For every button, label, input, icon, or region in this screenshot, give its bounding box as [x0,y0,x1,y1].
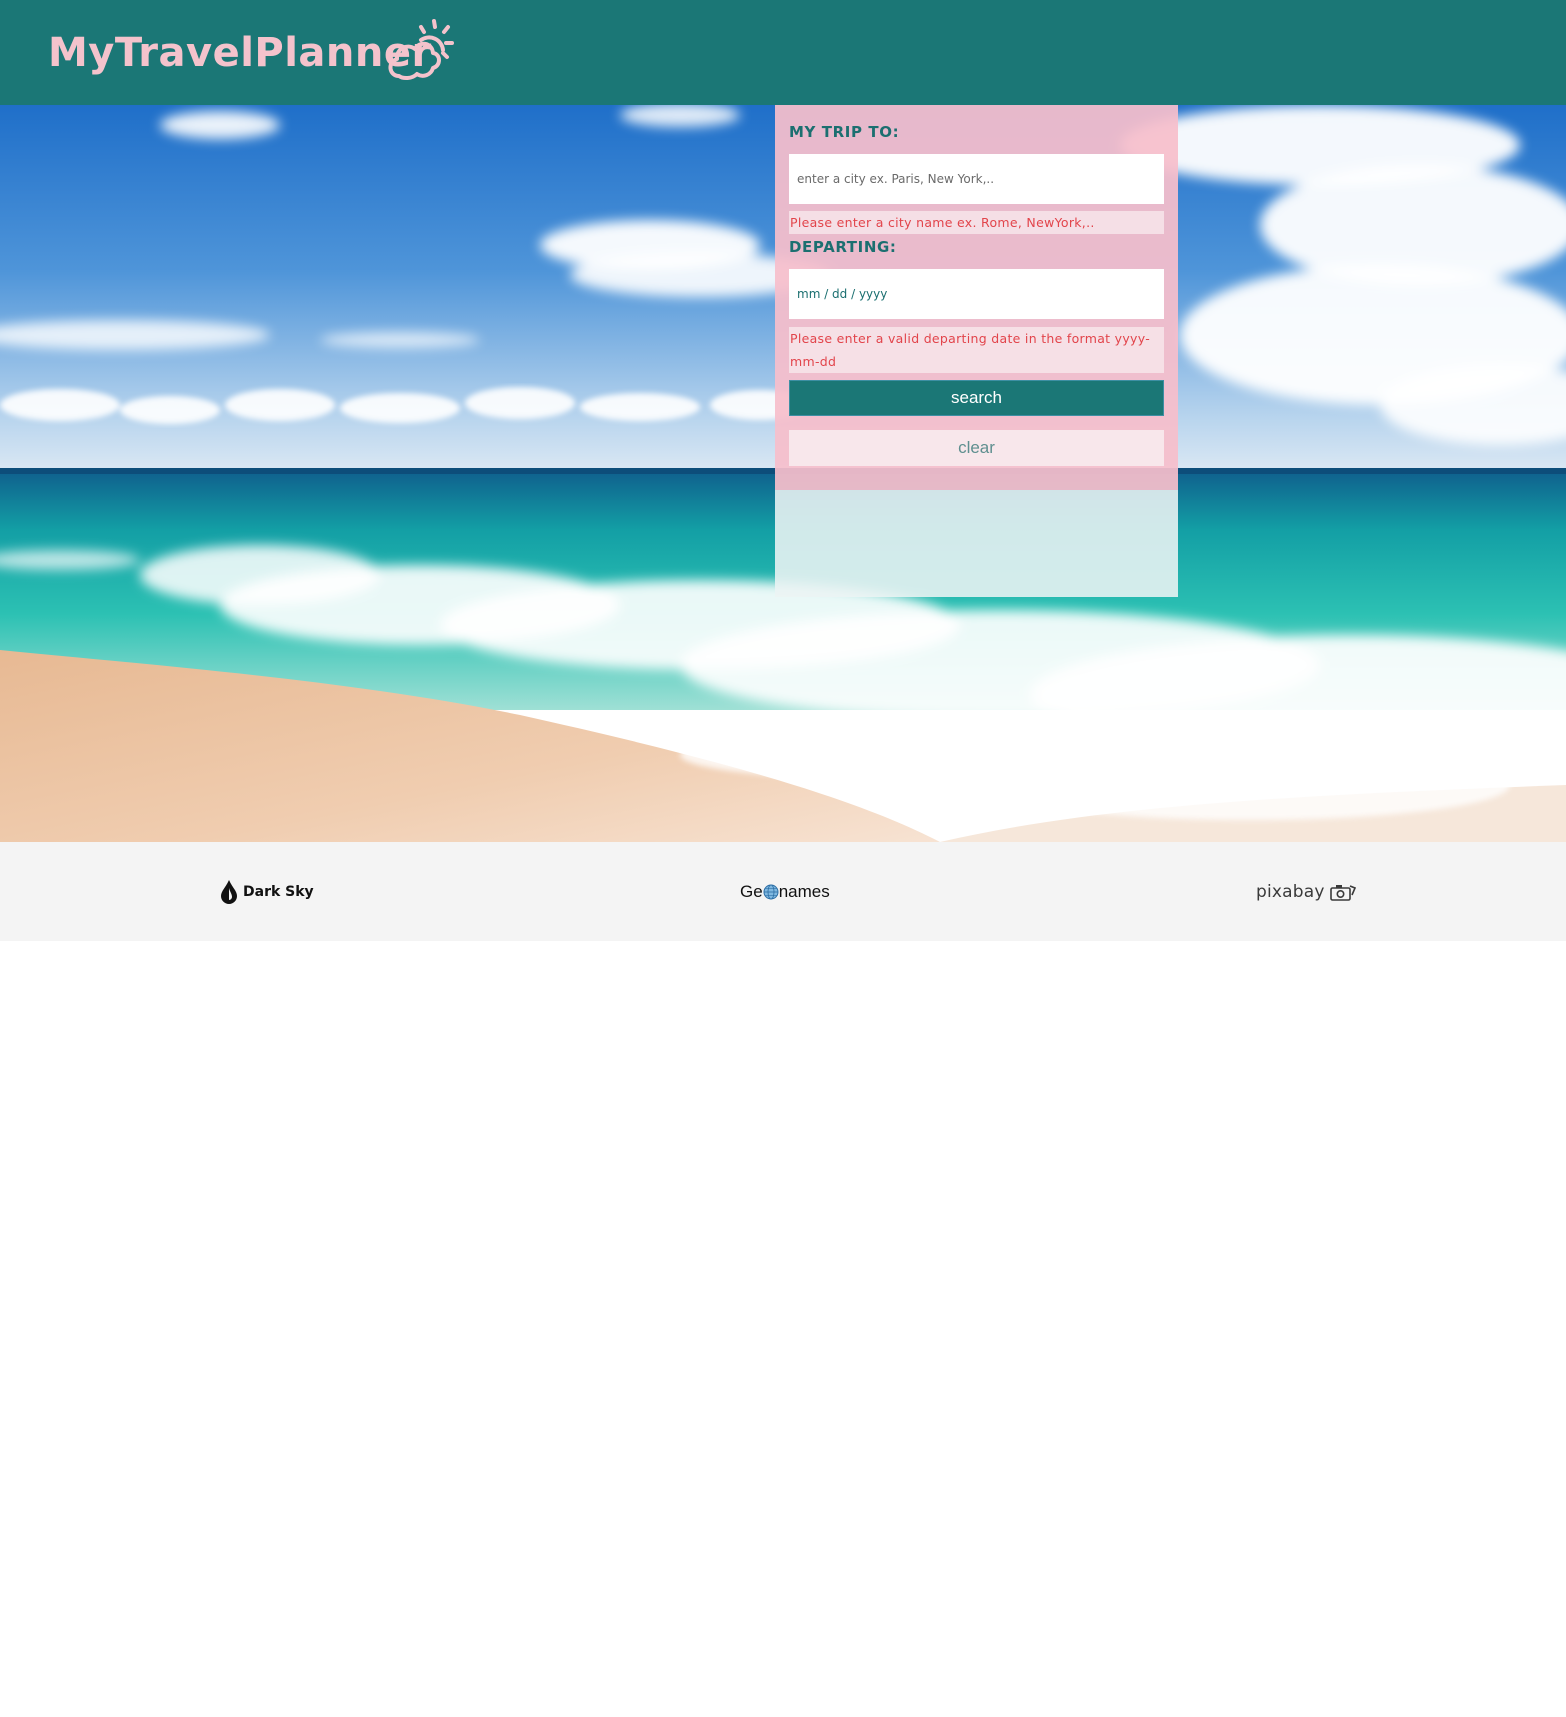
globe-icon [763,884,779,900]
trip-form: MY TRIP TO: Please enter a city name ex.… [775,105,1178,490]
destination-label: MY TRIP TO: [789,123,900,141]
pixabay-credit-label: pixabay [1256,882,1325,902]
departing-label: DEPARTING: [789,238,897,256]
destination-input[interactable] [789,154,1164,204]
geonames-credit-link[interactable]: Ge names [740,872,830,912]
trip-results-panel [775,490,1178,597]
app-title[interactable]: MyTravelPlanner [48,28,432,78]
clear-button[interactable]: clear [789,430,1164,466]
pixabay-credit-link[interactable]: pixabay [1256,872,1356,912]
geonames-credit-prefix: Ge [740,882,763,901]
darksky-credit-label: Dark Sky [243,884,314,900]
camera-icon [1329,885,1356,901]
darksky-drop-icon [221,880,237,904]
app-header: MyTravelPlanner [0,0,1566,105]
departing-error-message: Please enter a valid departing date in t… [789,327,1164,373]
geonames-credit-suffix: names [778,882,830,901]
destination-error-message: Please enter a city name ex. Rome, NewYo… [789,211,1164,234]
api-credits-footer: Dark Sky Ge names pixabay [0,842,1566,941]
cloud-sun-icon [388,19,454,81]
departing-date-input[interactable] [789,269,1164,319]
search-button[interactable]: search [789,380,1164,416]
darksky-credit-link[interactable]: Dark Sky [220,872,314,912]
